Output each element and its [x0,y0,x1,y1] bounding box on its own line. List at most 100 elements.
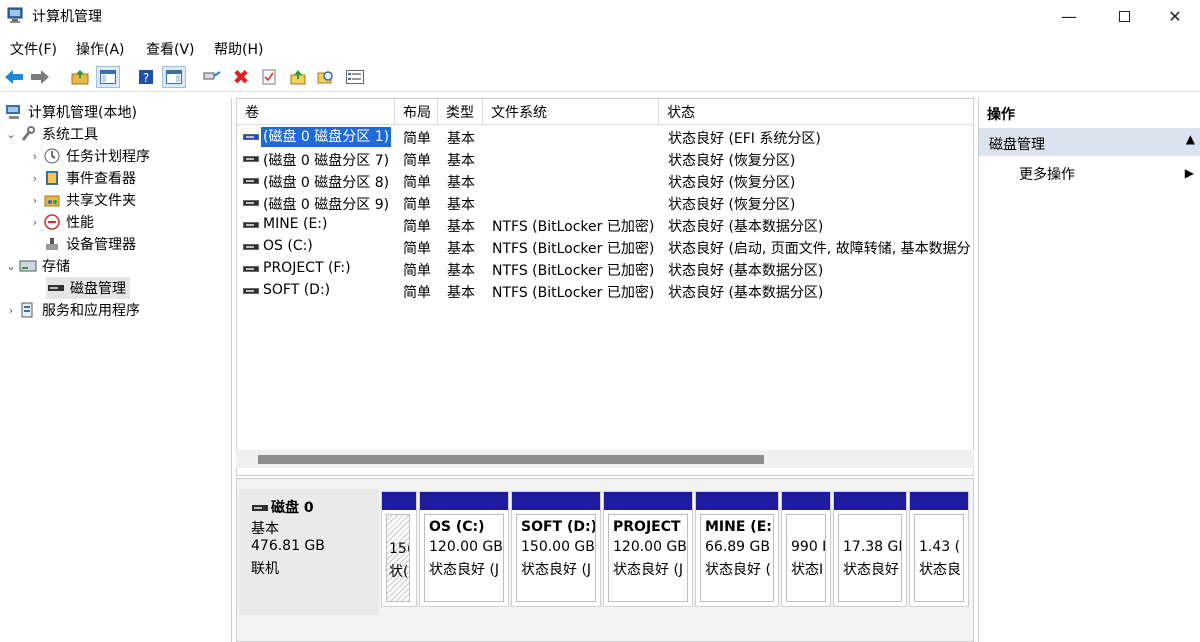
partition-size: 120.00 GB [429,539,503,555]
menu-action[interactable]: 操作(A) [76,39,125,59]
actions-section-disk-management[interactable]: 磁盘管理 ▲ [979,128,1200,156]
table-row[interactable]: (磁盘 0 磁盘分区 8) 简单 基本 状态良好 (恢复分区) [237,170,973,192]
partition-header-bar [512,492,600,510]
more-actions-label: 更多操作 [1019,167,1075,183]
partition-block[interactable]: 17.38 GI 状态良好 [833,491,907,607]
chevron-right-icon[interactable]: › [28,150,42,163]
svg-text:?: ? [143,71,149,85]
tree-performance[interactable]: › 性能 [28,211,94,233]
more-actions-item[interactable]: 更多操作 [1019,164,1075,184]
partition-size: 120.00 GB [613,539,687,555]
table-row[interactable]: MINE (E:) 简单 基本 NTFS (BitLocker 已加密) 状态良… [237,214,973,236]
up-level-button[interactable] [68,66,92,88]
tree-disk-management-label: 磁盘管理 [70,281,126,297]
export-button[interactable] [286,66,310,88]
partition-box: 1.43 ( 状态良 [914,514,964,602]
table-row[interactable]: OS (C:) 简单 基本 NTFS (BitLocker 已加密) 状态良好 … [237,236,973,258]
partition-block[interactable]: PROJECT 120.00 GB 状态良好 (J [603,491,693,607]
table-row[interactable]: PROJECT (F:) 简单 基本 NTFS (BitLocker 已加密) … [237,258,973,280]
tree-device-manager[interactable]: 设备管理器 [42,233,136,255]
performance-icon [42,213,62,231]
volume-filesystem: NTFS (BitLocker 已加密) [492,241,655,257]
volume-icon [243,266,259,272]
help-button[interactable]: ? [134,66,158,88]
menu-view[interactable]: 查看(V) [146,39,195,59]
partition-status: 状态良好 ( [705,562,771,578]
scrollbar-thumb[interactable] [258,455,764,464]
chevron-down-icon[interactable]: ⌄ [4,260,18,273]
volume-name: SOFT (D:) [263,282,331,298]
disk-info-panel[interactable]: 磁盘 0 基本 476.81 GB 联机 [239,489,379,615]
column-header-layout[interactable]: 布局 [395,99,438,125]
chevron-right-icon[interactable]: › [28,194,42,207]
tree-storage[interactable]: ⌄ 存储 [4,255,70,277]
submenu-arrow-icon[interactable]: ▶ [1185,166,1194,180]
tree-system-tools[interactable]: ⌄ 系统工具 [4,123,98,145]
tree-services[interactable]: › 服务和应用程序 [4,299,140,321]
tree-root-label: 计算机管理(本地) [28,105,137,121]
table-row[interactable]: (磁盘 0 磁盘分区 7) 简单 基本 状态良好 (恢复分区) [237,148,973,170]
close-button[interactable]: ✕ [1150,0,1200,32]
partition-block[interactable]: MINE (E: 66.89 GB 状态良好 ( [695,491,779,607]
volume-icon [243,178,259,184]
details-button[interactable] [343,66,367,88]
partition-block[interactable]: 990 I 状态I [781,491,831,607]
chevron-right-icon[interactable]: › [28,172,42,185]
partition-block[interactable]: 1.43 ( 状态良 [909,491,969,607]
partition-box: 990 I 状态I [786,514,826,602]
shared-folder-icon [42,191,62,209]
forward-button[interactable] [28,66,52,88]
chevron-right-icon[interactable]: › [28,216,42,229]
volume-icon [243,200,259,206]
menu-file[interactable]: 文件(F) [10,39,57,59]
connect-button[interactable] [200,66,224,88]
table-row[interactable]: (磁盘 0 磁盘分区 1) 简单 基本 状态良好 (EFI 系统分区) [237,126,973,148]
chevron-down-icon[interactable]: ⌄ [4,128,18,141]
volume-icon [243,156,259,162]
partition-block[interactable]: OS (C:) 120.00 GB 状态良好 (J [419,491,509,607]
tree-disk-management[interactable]: 磁盘管理 [46,277,130,299]
column-header-volume[interactable]: 卷 [237,99,395,125]
volume-layout: 简单 [403,197,431,213]
tree-root[interactable]: 计算机管理(本地) [4,101,137,123]
tree-event-viewer[interactable]: › 事件查看器 [28,167,136,189]
volume-type: 基本 [447,131,475,147]
properties-button[interactable] [257,66,281,88]
minimize-button[interactable]: — [1044,0,1094,32]
show-hide-tree-button[interactable] [96,66,120,88]
list-view-icon [346,70,364,84]
toolbar: ? ✖ [0,62,1200,92]
horizontal-scrollbar[interactable] [236,450,974,468]
console-tree-icon [100,70,116,84]
volume-status: 状态良好 (基本数据分区) [668,219,824,235]
volume-layout: 简单 [403,263,431,279]
device-manager-icon [42,235,62,253]
collapse-up-icon[interactable]: ▲ [1186,132,1195,146]
chevron-right-icon[interactable]: › [4,304,18,317]
volume-type: 基本 [447,263,475,279]
partition-block[interactable]: SOFT (D:) 150.00 GB 状态良好 (J [511,491,601,607]
volume-layout: 简单 [403,241,431,257]
search-button[interactable] [314,66,338,88]
volume-icon [243,134,259,140]
volume-type: 基本 [447,153,475,169]
back-button[interactable] [2,66,26,88]
tree-performance-label: 性能 [66,215,94,231]
tree-task-scheduler[interactable]: › 任务计划程序 [28,145,150,167]
menu-help[interactable]: 帮助(H) [214,39,263,59]
delete-button[interactable]: ✖ [229,65,253,89]
maximize-button[interactable] [1099,0,1149,32]
partition-header-bar [696,492,778,510]
window-title: 计算机管理 [32,9,102,25]
table-row[interactable]: (磁盘 0 磁盘分区 9) 简单 基本 状态良好 (恢复分区) [237,192,973,214]
maximize-icon [1118,10,1130,22]
volume-filesystem: NTFS (BitLocker 已加密) [492,263,655,279]
column-header-filesystem[interactable]: 文件系统 [483,99,659,125]
tree-shared-folders[interactable]: › 共享文件夹 [28,189,136,211]
table-row[interactable]: SOFT (D:) 简单 基本 NTFS (BitLocker 已加密) 状态良… [237,280,973,302]
volume-layout: 简单 [403,153,431,169]
partition-block[interactable]: 15( 状( [381,491,417,607]
show-action-pane-button[interactable] [162,66,186,88]
column-header-type[interactable]: 类型 [438,99,483,125]
column-header-status[interactable]: 状态 [659,99,973,125]
